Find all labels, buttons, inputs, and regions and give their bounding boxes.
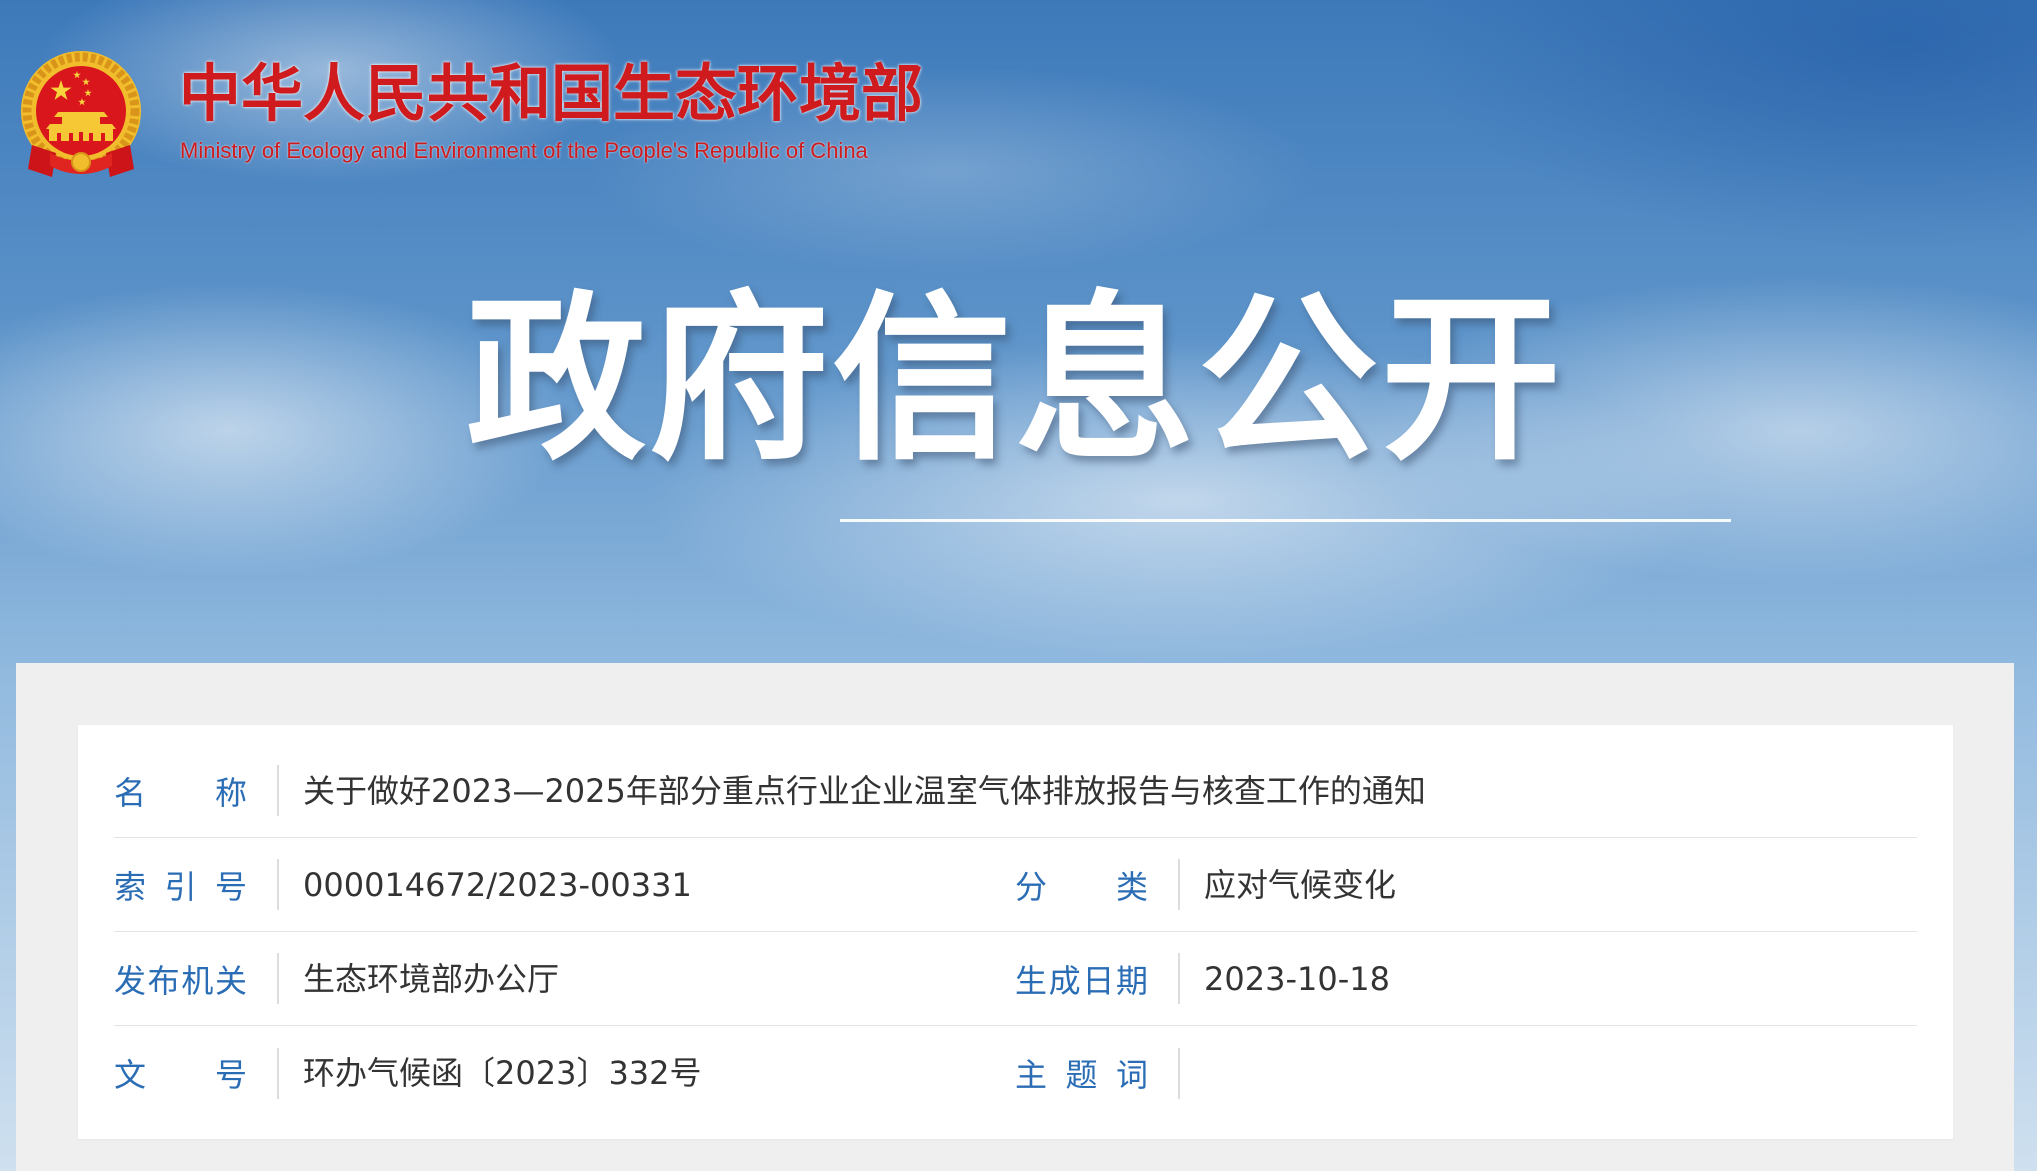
doc-no-value: 环办气候函〔2023〕332号 bbox=[303, 1054, 702, 1092]
label-separator bbox=[277, 1047, 279, 1099]
date-label: 生成日期 bbox=[1015, 961, 1148, 1000]
date-value: 2023-10-18 bbox=[1204, 959, 1390, 998]
info-cell-name: 名 称 关于做好2023—2025年部分重点行业企业温室气体排放报告与核查工作的… bbox=[114, 744, 1917, 837]
label-separator bbox=[1178, 1047, 1180, 1099]
info-cell-index-no: 索 引 号 000014672/2023-00331 bbox=[114, 838, 1015, 931]
ministry-name-cn: 中华人民共和国生态环境部 bbox=[179, 57, 924, 130]
site-logo-link[interactable]: 中华人民共和国生态环境部 Ministry of Ecology and Env… bbox=[16, 49, 956, 191]
index-no-value: 000014672/2023-00331 bbox=[303, 865, 692, 904]
label-separator bbox=[277, 859, 279, 910]
header-banner: 中华人民共和国生态环境部 Ministry of Ecology and Env… bbox=[0, 0, 2037, 663]
info-cell-keywords: 主 题 词 bbox=[1015, 1026, 1916, 1120]
doc-no-label: 文 号 bbox=[114, 1056, 247, 1094]
index-no-label: 索 引 号 bbox=[114, 867, 247, 906]
banner-title: 政府信息公开 bbox=[466, 276, 1565, 485]
name-label: 名 称 bbox=[114, 773, 247, 812]
info-row-issuer: 发布机关 生态环境部办公厅 生成日期 2023-10-18 bbox=[114, 932, 1917, 1026]
info-row-name: 名 称 关于做好2023—2025年部分重点行业企业温室气体排放报告与核查工作的… bbox=[114, 744, 1917, 838]
banner-divider bbox=[840, 519, 1731, 522]
label-separator bbox=[277, 765, 279, 816]
category-label: 分 类 bbox=[1015, 867, 1148, 906]
info-row-doc-no: 文 号 环办气候函〔2023〕332号 主 题 词 bbox=[114, 1026, 1917, 1120]
info-cell-issuer: 发布机关 生态环境部办公厅 bbox=[114, 932, 1015, 1025]
issuer-value: 生态环境部办公厅 bbox=[303, 959, 560, 998]
label-separator bbox=[1178, 859, 1180, 910]
ministry-name-en: Ministry of Ecology and Environment of t… bbox=[180, 138, 868, 163]
document-info-card: 名 称 关于做好2023—2025年部分重点行业企业温室气体排放报告与核查工作的… bbox=[78, 725, 1953, 1139]
national-emblem-icon bbox=[16, 49, 146, 188]
label-separator bbox=[1178, 953, 1180, 1004]
content-panel: 名 称 关于做好2023—2025年部分重点行业企业温室气体排放报告与核查工作的… bbox=[16, 663, 2014, 1171]
category-value: 应对气候变化 bbox=[1204, 865, 1397, 904]
info-cell-date: 生成日期 2023-10-18 bbox=[1015, 932, 1916, 1025]
info-cell-category: 分 类 应对气候变化 bbox=[1015, 838, 1916, 931]
label-separator bbox=[277, 953, 279, 1004]
info-row-index: 索 引 号 000014672/2023-00331 分 类 应对气候变化 bbox=[114, 838, 1917, 932]
issuer-label: 发布机关 bbox=[114, 961, 247, 1000]
name-value: 关于做好2023—2025年部分重点行业企业温室气体排放报告与核查工作的通知 bbox=[303, 771, 1426, 810]
info-cell-doc-no: 文 号 环办气候函〔2023〕332号 bbox=[114, 1026, 1015, 1120]
keywords-label: 主 题 词 bbox=[1015, 1056, 1148, 1094]
